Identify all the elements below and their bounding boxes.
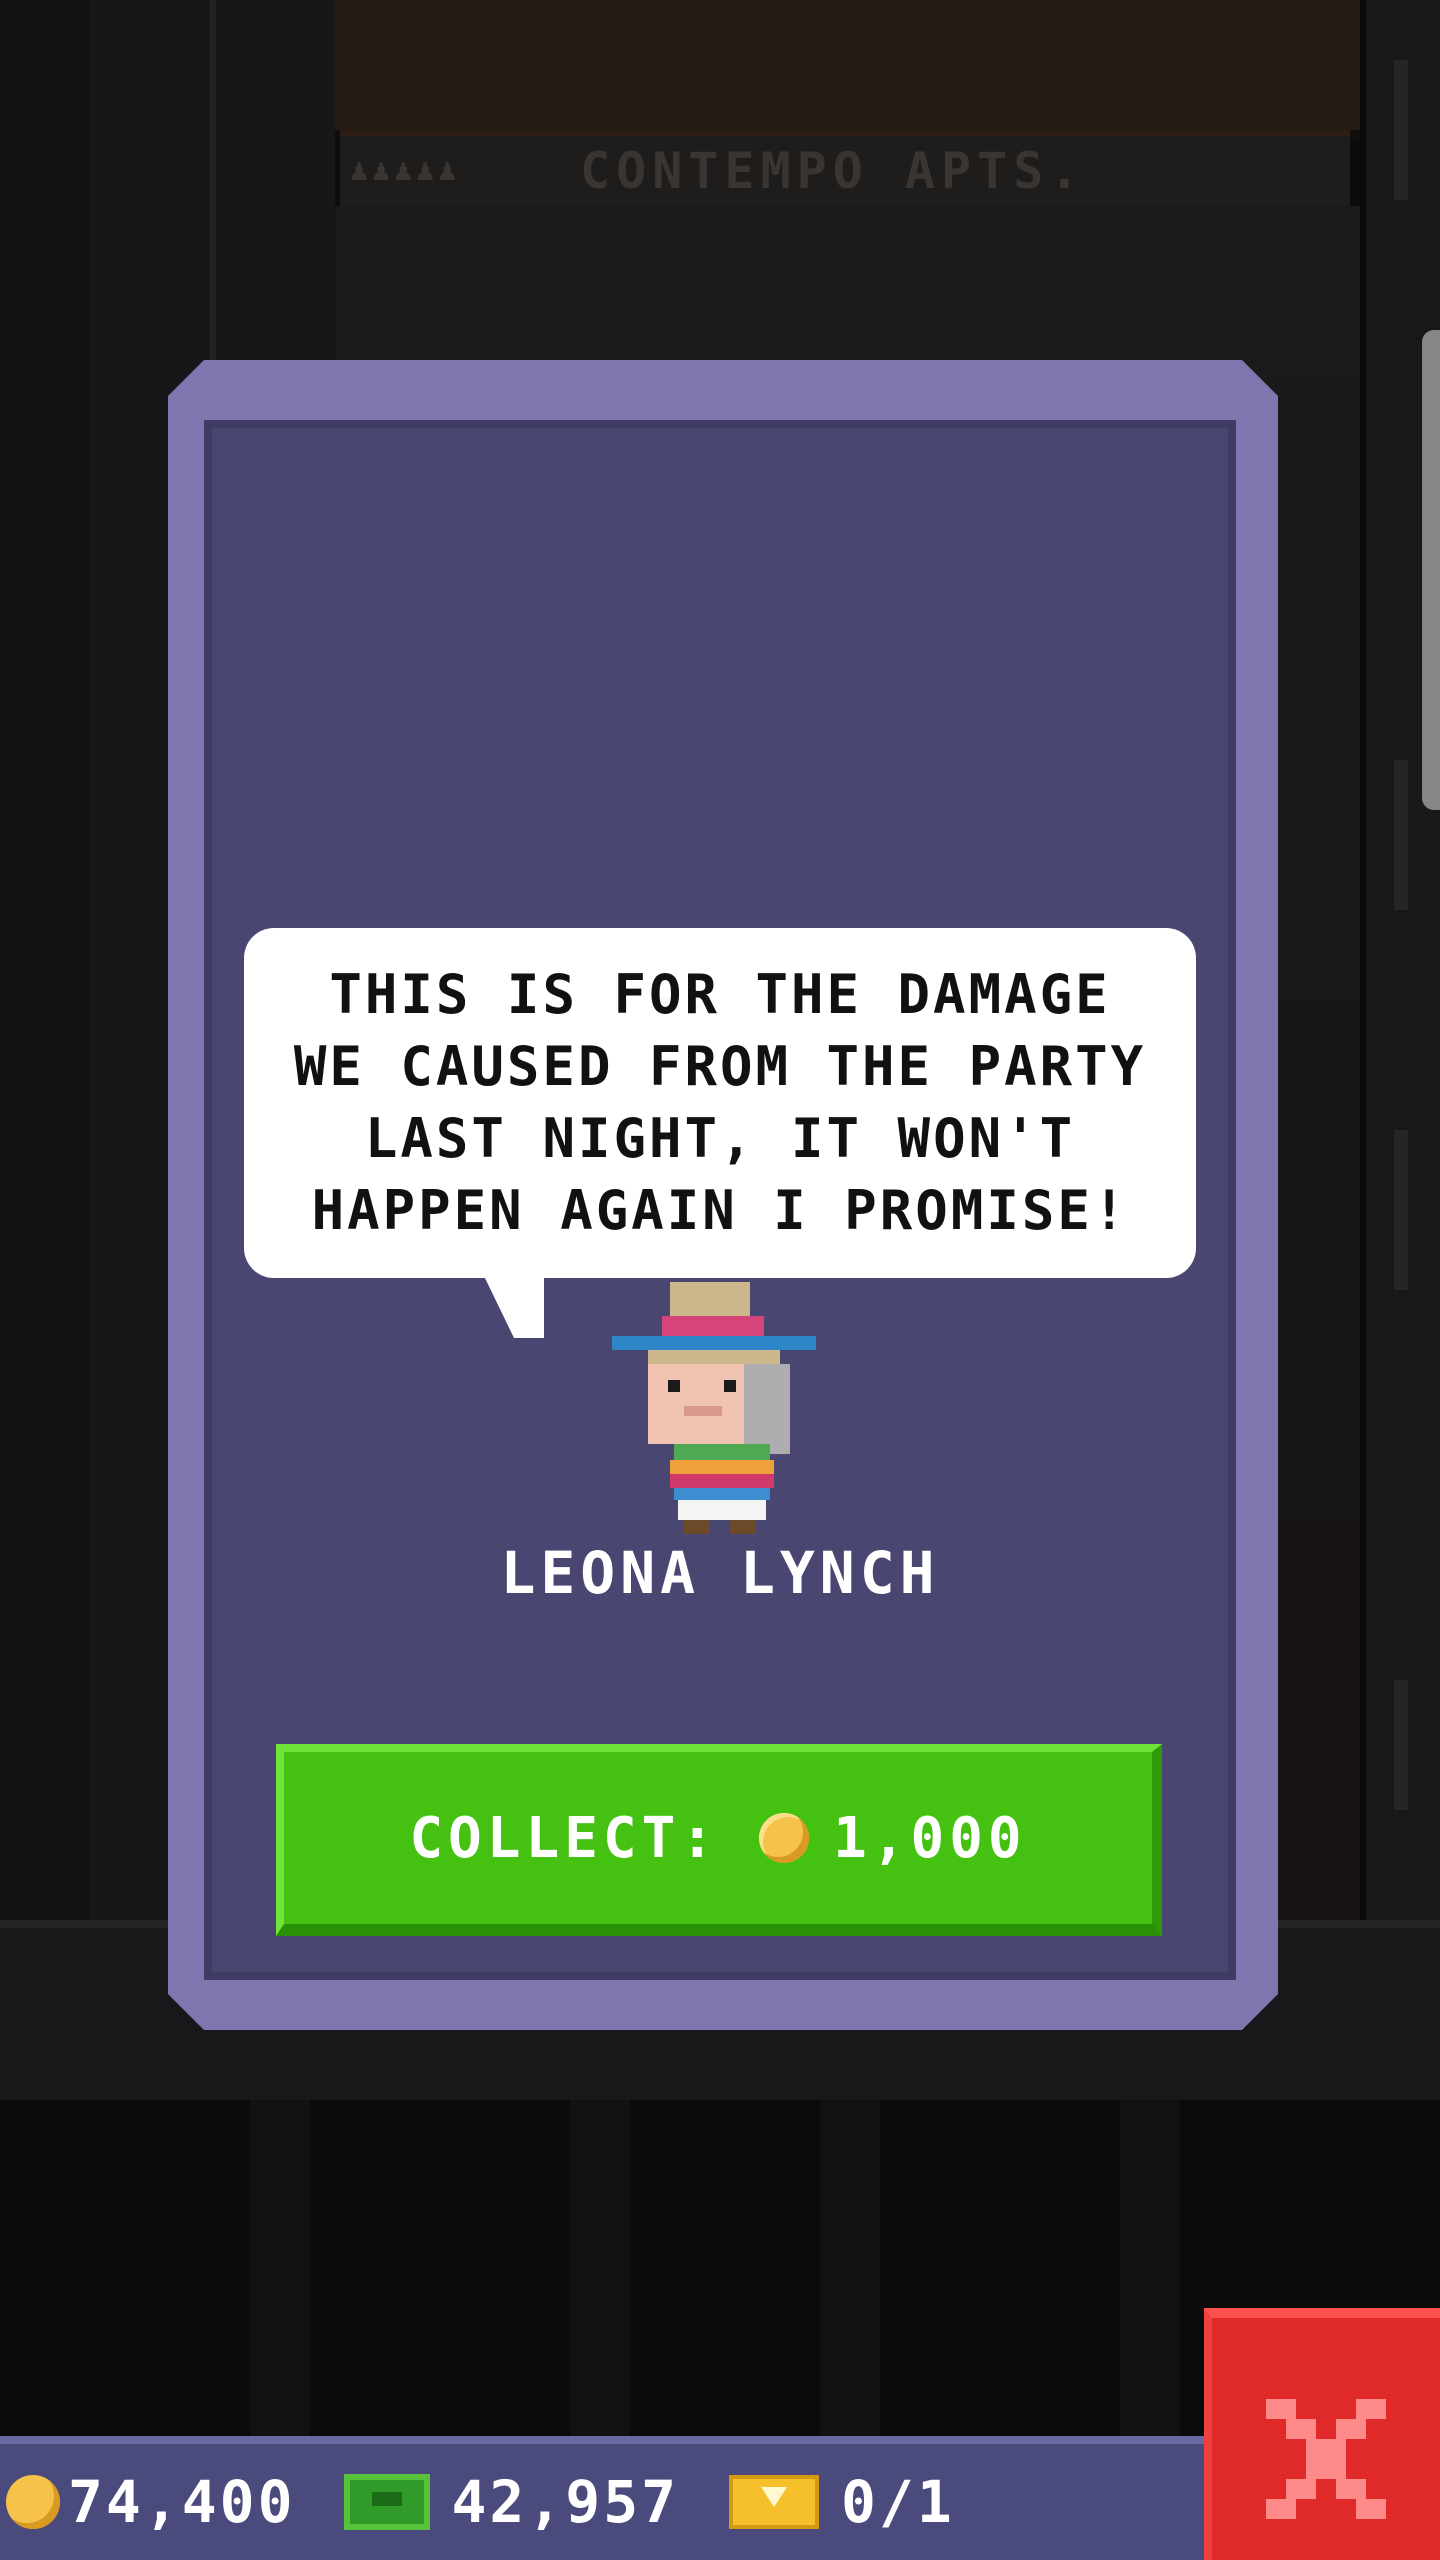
character-sprite bbox=[612, 1282, 816, 1538]
character-name: LEONA LYNCH bbox=[500, 1539, 940, 1607]
bux-stat[interactable]: 42,957 bbox=[334, 2468, 680, 2536]
coins-stat[interactable]: 74,400 bbox=[0, 2468, 296, 2536]
tickets-stat[interactable]: 0/1 bbox=[717, 2468, 955, 2536]
bux-value: 42,957 bbox=[451, 2468, 680, 2536]
close-x-icon bbox=[1266, 2399, 1386, 2519]
speech-bubble-tail bbox=[484, 1276, 544, 1338]
speech-text: THIS IS FOR THE DAMAGE WE CAUSED FROM TH… bbox=[293, 963, 1147, 1242]
tickets-value: 0/1 bbox=[841, 2468, 955, 2536]
collect-button[interactable]: COLLECT: 1,000 bbox=[276, 1744, 1162, 1936]
ticket-icon bbox=[729, 2475, 820, 2529]
currency-hud: 74,400 42,957 0/1 bbox=[0, 2436, 1210, 2560]
coins-value: 74,400 bbox=[68, 2468, 296, 2536]
close-button[interactable] bbox=[1204, 2308, 1440, 2560]
collect-amount: 1,000 bbox=[833, 1805, 1027, 1871]
collect-label: COLLECT: bbox=[409, 1805, 720, 1871]
coin-icon bbox=[759, 1813, 810, 1863]
coin-icon bbox=[6, 2475, 60, 2529]
speech-bubble: THIS IS FOR THE DAMAGE WE CAUSED FROM TH… bbox=[244, 928, 1196, 1278]
bux-icon bbox=[343, 2474, 430, 2530]
